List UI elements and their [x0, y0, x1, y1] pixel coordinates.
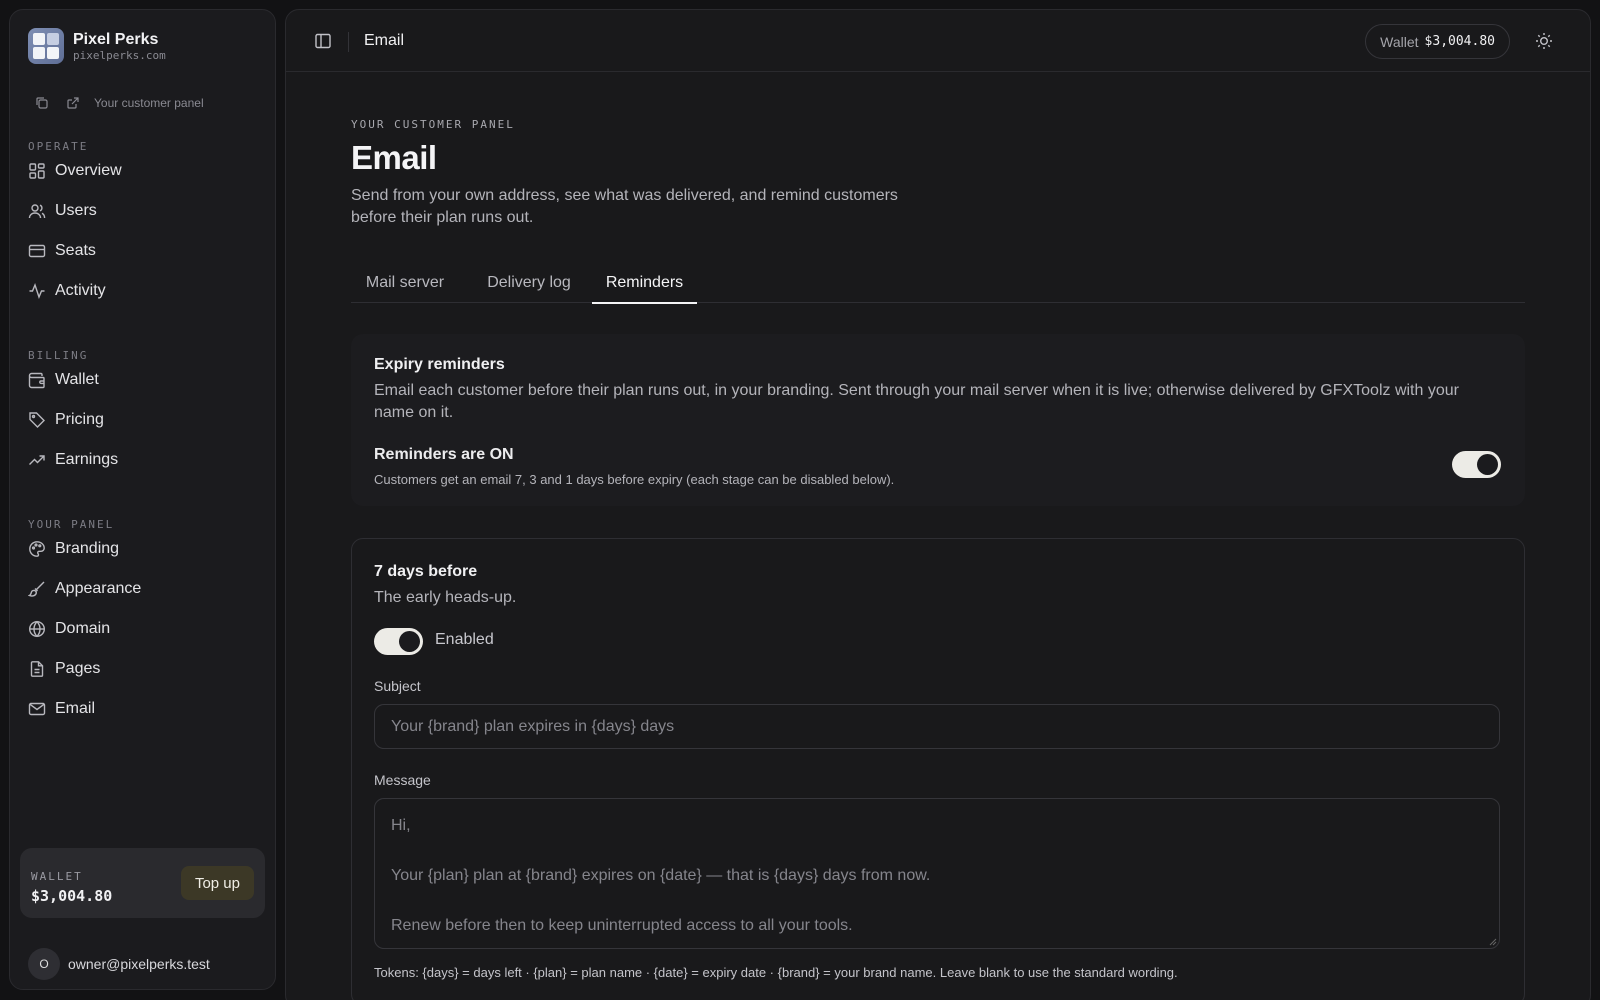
sidebar-item-pricing[interactable]: Pricing	[28, 404, 263, 436]
sidebar-item-label: Wallet	[55, 371, 99, 388]
message-line: Renew before then to keep uninterrupted …	[391, 917, 853, 934]
tag-icon	[29, 412, 45, 428]
sidebar-item-label: Earnings	[55, 451, 119, 468]
sidebar-item-email[interactable]: Email	[28, 693, 263, 725]
top-up-button[interactable]: Top up	[180, 866, 254, 900]
activity-icon	[29, 283, 45, 299]
sidebar-item-users[interactable]: Users	[28, 195, 263, 227]
main-panel: Email Wallet $3,004.80 YOUR CUSTOMER PAN…	[285, 9, 1591, 1000]
sidebar-item-label: Overview	[55, 162, 122, 179]
sidebar-item-label: Pricing	[55, 411, 104, 428]
stage-enabled-toggle[interactable]	[374, 628, 423, 655]
stage-enabled-label: Enabled	[435, 631, 494, 648]
reminders-master-toggle[interactable]	[1452, 451, 1501, 478]
brand-logo-icon	[28, 28, 64, 64]
message-line	[391, 838, 1483, 863]
message-line: Your {plan} plan at {brand} expires on {…	[391, 867, 931, 884]
sidebar-item-label: Seats	[55, 242, 96, 259]
user-email: owner@pixelperks.test	[68, 956, 210, 972]
sidebar-item-label: Pages	[55, 660, 101, 677]
sidebar-item-overview[interactable]: Overview	[28, 155, 263, 187]
sidebar-item-appearance[interactable]: Appearance	[28, 573, 263, 605]
section-label-your-panel: YOUR PANEL	[28, 518, 115, 531]
page-description: Send from your own address, see what was…	[351, 187, 898, 226]
section-label-billing: BILLING	[28, 349, 89, 362]
wallet-pill-label: Wallet	[1380, 33, 1419, 50]
tab-bar: Mail server Delivery log Reminders	[351, 263, 1525, 304]
tab-reminders[interactable]: Reminders	[592, 263, 697, 304]
sidebar-item-seats[interactable]: Seats	[28, 235, 263, 267]
sidebar-item-label: Activity	[55, 282, 106, 299]
wallet-card-amount: $3,004.80	[31, 887, 113, 905]
external-link-icon[interactable]	[65, 95, 81, 111]
stage-title: 7 days before	[374, 563, 478, 580]
wallet-card: WALLET $3,004.80 Top up	[20, 848, 265, 918]
tokens-help: Tokens: {days} = days left · {plan} = pl…	[374, 965, 1178, 980]
sun-icon[interactable]	[1534, 31, 1554, 51]
section-label-operate: OPERATE	[28, 140, 89, 153]
sidebar-item-activity[interactable]: Activity	[28, 275, 263, 307]
wallet-card-label: WALLET	[31, 870, 83, 883]
sidebar-item-domain[interactable]: Domain	[28, 613, 263, 645]
sidebar-item-label: Appearance	[55, 580, 142, 597]
message-line: Hi,	[391, 817, 411, 834]
trending-up-icon	[29, 455, 45, 465]
message-label: Message	[374, 772, 431, 788]
message-line	[391, 888, 1483, 913]
wallet-balance-pill[interactable]: Wallet $3,004.80	[1365, 24, 1510, 59]
user-menu[interactable]: O owner@pixelperks.test	[28, 948, 210, 980]
copy-icon[interactable]	[34, 95, 50, 111]
brand-name: Pixel Perks	[73, 30, 159, 48]
expiry-reminders-card: Expiry reminders Email each customer bef…	[351, 334, 1525, 506]
quick-links: Your customer panel	[34, 95, 204, 111]
palette-icon	[29, 541, 45, 557]
brand-domain: pixelperks.com	[73, 48, 166, 62]
toggle-knob	[399, 631, 420, 652]
topbar: Email Wallet $3,004.80	[286, 10, 1590, 72]
tab-delivery-log[interactable]: Delivery log	[469, 263, 589, 303]
avatar: O	[28, 948, 60, 980]
sidebar-item-wallet[interactable]: Wallet	[28, 364, 263, 396]
card-icon	[28, 244, 46, 258]
resize-handle-icon[interactable]	[1489, 938, 1497, 946]
tab-mail-server[interactable]: Mail server	[351, 263, 459, 303]
wallet-pill-value: $3,004.80	[1424, 34, 1495, 49]
expiry-description: Email each customer before their plan ru…	[374, 382, 1459, 421]
toggle-knob	[1477, 454, 1498, 475]
subject-placeholder: Your {brand} plan expires in {days} days	[391, 717, 675, 735]
stage-7-days-card: 7 days before The early heads-up. Enable…	[351, 538, 1525, 1000]
subject-label: Subject	[374, 678, 421, 694]
page-content: YOUR CUSTOMER PANEL Email Send from your…	[351, 118, 1525, 1000]
sidebar-item-label: Users	[55, 202, 97, 219]
customer-panel-link[interactable]: Your customer panel	[94, 96, 204, 110]
users-icon	[28, 204, 46, 219]
divider	[348, 32, 349, 52]
subject-input[interactable]: Your {brand} plan expires in {days} days	[374, 704, 1500, 749]
sidebar-item-label: Branding	[55, 540, 120, 557]
reminders-status-title: Reminders are ON	[374, 446, 514, 463]
wallet-icon	[28, 372, 45, 389]
sidebar-item-label: Email	[55, 700, 96, 717]
page-eyebrow: YOUR CUSTOMER PANEL	[351, 118, 515, 131]
sidebar-item-branding[interactable]: Branding	[28, 533, 263, 565]
mail-icon	[28, 702, 46, 716]
reminders-status-subtitle: Customers get an email 7, 3 and 1 days b…	[374, 472, 895, 487]
page-title: Email	[351, 139, 437, 176]
brush-icon	[28, 581, 45, 597]
stage-description: The early heads-up.	[374, 589, 517, 606]
sidebar-item-label: Domain	[55, 620, 111, 637]
globe-icon	[28, 620, 46, 638]
sidebar-item-pages[interactable]: Pages	[28, 653, 263, 685]
sidebar: Pixel Perks pixelperks.com Your customer…	[9, 9, 276, 990]
expiry-title: Expiry reminders	[374, 356, 505, 373]
grid-icon	[29, 163, 45, 179]
topbar-title: Email	[364, 32, 405, 49]
brand[interactable]: Pixel Perks pixelperks.com	[28, 28, 166, 64]
sidebar-toggle-icon[interactable]	[314, 32, 332, 50]
message-textarea[interactable]: Hi, Your {plan} plan at {brand} expires …	[374, 798, 1500, 949]
file-icon	[30, 661, 44, 677]
sidebar-item-earnings[interactable]: Earnings	[28, 444, 263, 476]
